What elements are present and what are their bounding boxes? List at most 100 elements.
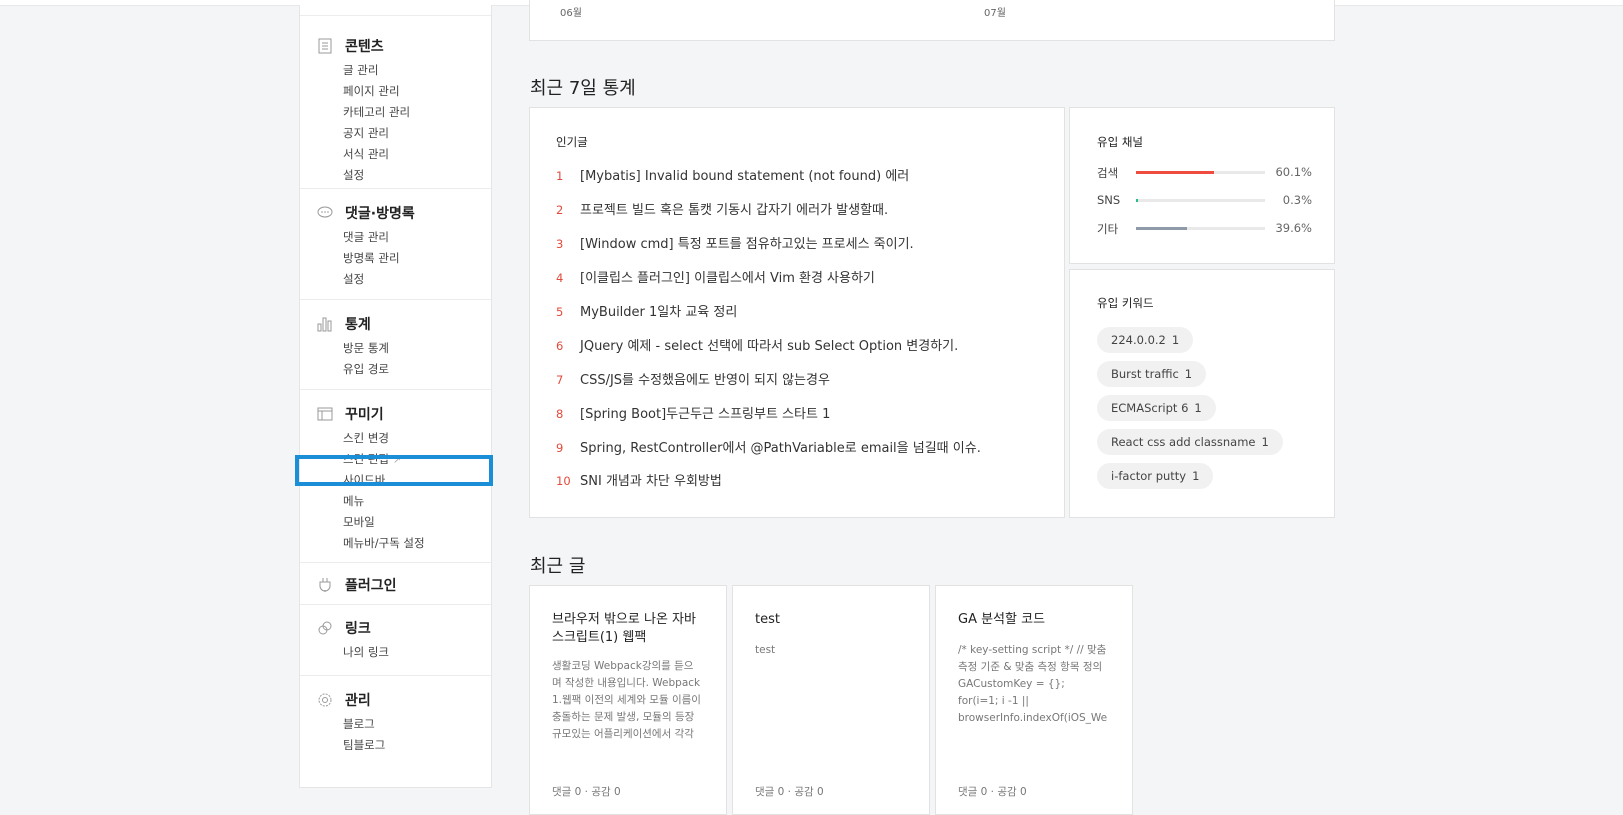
sidebar-item-skin-edit[interactable]: 스킨 편집 ↗ — [343, 451, 401, 467]
channel-name: SNS — [1097, 193, 1121, 207]
rank-number: 8 — [556, 407, 564, 421]
channel-bar-track — [1136, 171, 1265, 174]
sidebar-head-design[interactable]: 꾸미기 — [317, 404, 384, 424]
sidebar-head-comments[interactable]: 댓글·방명록 — [317, 203, 415, 223]
post-title: Spring, RestController에서 @PathVariable로 … — [580, 441, 981, 456]
channel-bar-track — [1136, 199, 1265, 202]
popular-post-item[interactable]: 10 SNI 개념과 차단 우회방법 — [556, 470, 722, 489]
post-title: MyBuilder 1일차 교육 정리 — [580, 305, 738, 320]
channel-bar-fill — [1136, 171, 1214, 174]
popular-post-item[interactable]: 5 MyBuilder 1일차 교육 정리 — [556, 301, 737, 320]
sidebar-section-comments: 댓글·방명록 댓글 관리 방명록 관리 설정 — [300, 188, 491, 299]
link-icon — [317, 620, 333, 636]
inflow-channel-panel: 유입 채널 검색 60.1% SNS 0.3% 기타 39.6% — [1069, 107, 1335, 264]
recent-post-card[interactable]: test test 댓글 0 · 공감 0 — [732, 585, 930, 815]
sidebar-item-template-manage[interactable]: 서식 관리 — [343, 146, 389, 162]
channel-bar-fill — [1136, 227, 1188, 230]
keyword-text: i-factor putty — [1111, 469, 1187, 483]
popular-post-item[interactable]: 3 [Window cmd] 특정 포트를 점유하고있는 프로세스 죽이기. — [556, 233, 914, 252]
sidebar-item-blog[interactable]: 블로그 — [343, 716, 375, 732]
popular-post-item[interactable]: 4 [이클립스 플러그인] 이클립스에서 Vim 환경 사용하기 — [556, 267, 875, 286]
keyword-text: React css add classname — [1111, 435, 1256, 449]
channel-row: 기타 39.6% — [1097, 221, 1312, 236]
keyword-count: 1 — [1261, 435, 1269, 449]
sidebar-head-stats[interactable]: 통계 — [317, 314, 371, 334]
keyword-chip[interactable]: ECMAScript 6 1 — [1097, 395, 1216, 421]
recent-post-meta: 댓글 0 · 공감 0 — [755, 786, 824, 798]
sidebar-item-referrer[interactable]: 유입 경로 — [343, 361, 389, 377]
bar-chart-icon — [317, 316, 333, 332]
month-label: 06월 — [560, 8, 582, 19]
sidebar-section-link: 링크 나의 링크 — [300, 604, 491, 675]
popular-post-item[interactable]: 9 Spring, RestController에서 @PathVariable로… — [556, 437, 981, 456]
popular-posts-panel: 인기글 1 [Mybatis] Invalid bound statement (… — [529, 107, 1065, 518]
rank-number: 10 — [556, 474, 571, 488]
sidebar-item-menu[interactable]: 메뉴 — [343, 493, 364, 509]
channel-percent: 60.1% — [1275, 165, 1312, 179]
popular-post-item[interactable]: 1 [Mybatis] Invalid bound statement (not … — [556, 165, 909, 184]
sidebar-item-content-settings[interactable]: 설정 — [343, 167, 364, 183]
recent-post-card[interactable]: 브라우저 밖으로 나온 자바스크립트(1) 웹팩 생활코딩 Webpack강의를… — [529, 585, 727, 815]
sidebar-item-comment-settings[interactable]: 설정 — [343, 271, 364, 287]
speech-bubble-icon — [317, 205, 333, 221]
channel-bar-track — [1136, 227, 1265, 230]
keyword-chip[interactable]: i-factor putty 1 — [1097, 463, 1214, 489]
post-title: JQuery 예제 - select 선택에 따라서 sub Select Op… — [580, 339, 959, 354]
recent-posts-title: 최근 글 — [530, 556, 586, 577]
keyword-text: ECMAScript 6 — [1111, 401, 1189, 415]
sidebar-item-skin-change[interactable]: 스킨 변경 — [343, 430, 389, 446]
external-link-icon: ↗ — [392, 455, 402, 466]
rank-number: 7 — [556, 373, 564, 387]
channel-percent: 0.3% — [1282, 193, 1312, 207]
sidebar-item-my-link[interactable]: 나의 링크 — [343, 644, 389, 660]
sidebar-item-category-manage[interactable]: 카테고리 관리 — [343, 104, 410, 120]
channel-name: 기타 — [1097, 222, 1119, 236]
popular-post-item[interactable]: 8 [Spring Boot]두근두근 스프링부트 스타트 1 — [556, 403, 830, 422]
sidebar-item-guestbook-manage[interactable]: 방명록 관리 — [343, 250, 400, 266]
sidebar-head-content[interactable]: 콘텐츠 — [317, 36, 384, 56]
sidebar-item-page-manage[interactable]: 페이지 관리 — [343, 83, 400, 99]
popular-post-item[interactable]: 6 JQuery 예제 - select 선택에 따라서 sub Select O… — [556, 335, 958, 354]
keyword-chip[interactable]: 224.0.0.2 1 — [1097, 327, 1194, 353]
channel-row: SNS 0.3% — [1097, 193, 1312, 207]
recent-post-excerpt: /* key-setting script */ // 맞춤 측정 기준 & 맞… — [958, 644, 1108, 724]
sidebar-item-team-blog[interactable]: 팀블로그 — [343, 737, 385, 753]
sidebar-item-visit-stats[interactable]: 방문 통계 — [343, 340, 389, 356]
keyword-chip[interactable]: Burst traffic 1 — [1097, 361, 1207, 387]
post-title: [Spring Boot]두근두근 스프링부트 스타트 1 — [580, 407, 831, 422]
rank-number: 3 — [556, 237, 564, 251]
rank-number: 1 — [556, 169, 564, 183]
sidebar-head-plugin[interactable]: 플러그인 — [317, 575, 397, 595]
sidebar-item-mobile[interactable]: 모바일 — [343, 514, 375, 530]
stats7-title: 최근 7일 통계 — [530, 78, 636, 99]
sidebar-head-link[interactable]: 링크 — [317, 618, 371, 638]
post-title: 프로젝트 빌드 혹은 톰캣 기동시 갑자기 에러가 발생할때. — [580, 203, 889, 218]
keyword-label: 유입 키워드 — [1097, 296, 1154, 310]
post-title: [이클립스 플러그인] 이클립스에서 Vim 환경 사용하기 — [580, 271, 875, 286]
keyword-count: 1 — [1171, 333, 1180, 347]
sidebar-item-sidebar[interactable]: 사이드바 — [343, 472, 385, 488]
sidebar-item-post-manage[interactable]: 글 관리 — [343, 62, 378, 78]
sidebar-section-title: 플러그인 — [345, 578, 397, 594]
document-icon — [317, 38, 333, 54]
popular-post-item[interactable]: 7 CSS/JS를 수정했음에도 반영이 되지 않는경우 — [556, 369, 830, 388]
recent-post-card[interactable]: GA 분석할 코드 /* key-setting script */ // 맞춤… — [935, 585, 1133, 815]
month-label: 07월 — [984, 8, 1006, 19]
sidebar-item-comment-manage[interactable]: 댓글 관리 — [343, 229, 389, 245]
keyword-chip[interactable]: React css add classname 1 — [1097, 429, 1283, 455]
rank-number: 5 — [556, 305, 564, 319]
sidebar-section-title: 관리 — [345, 693, 371, 709]
keyword-count: 1 — [1184, 367, 1193, 381]
rank-number: 9 — [556, 441, 564, 455]
recent-post-meta: 댓글 0 · 공감 0 — [958, 786, 1027, 798]
inflow-keyword-panel: 유입 키워드 224.0.0.2 1 Burst traffic 1 ECMAScr… — [1069, 269, 1335, 518]
post-title: SNI 개념과 차단 우회방법 — [580, 474, 722, 489]
sidebar-head-manage[interactable]: 관리 — [317, 690, 371, 710]
sidebar-item-menubar-subscribe[interactable]: 메뉴바/구독 설정 — [343, 535, 425, 551]
sidebar-item-notice-manage[interactable]: 공지 관리 — [343, 125, 389, 141]
popular-post-item[interactable]: 2 프로젝트 빌드 혹은 톰캣 기동시 갑자기 에러가 발생할때. — [556, 199, 888, 218]
keyword-count: 1 — [1194, 401, 1202, 415]
post-title: [Window cmd] 특정 포트를 점유하고있는 프로세스 죽이기. — [580, 237, 914, 252]
plug-icon — [317, 577, 333, 593]
visit-chart-panel: 06월 07월 — [529, 0, 1335, 41]
